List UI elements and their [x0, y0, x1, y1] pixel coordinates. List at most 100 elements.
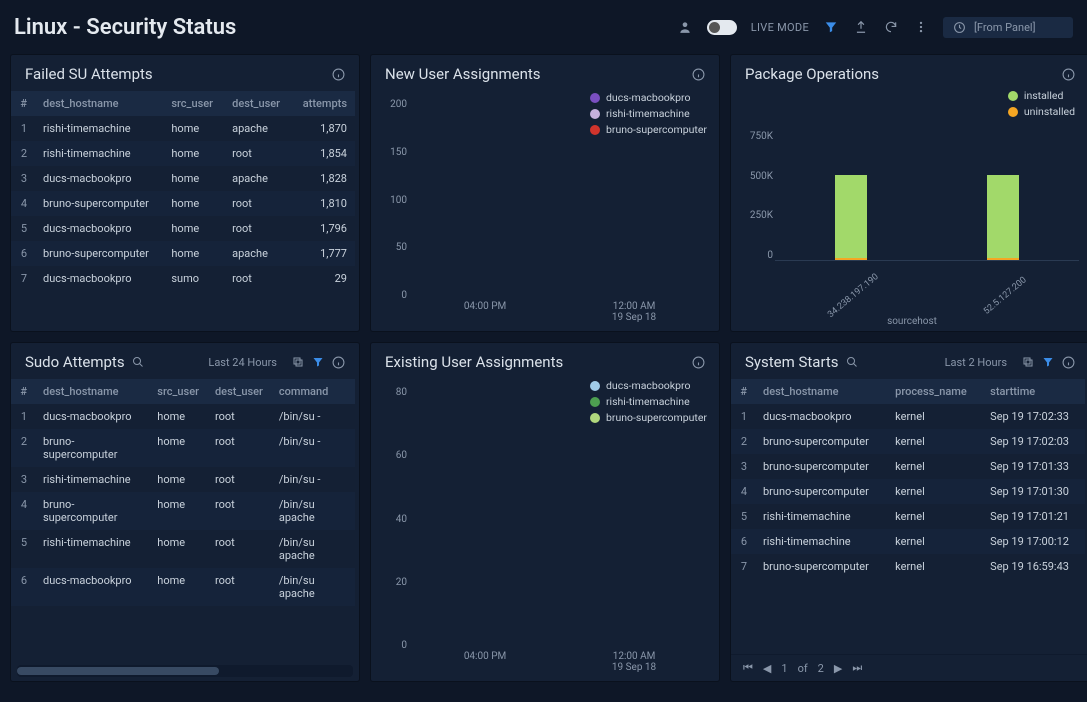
table-row[interactable]: 6rishi-timemachinekernelSep 19 17:00:12 — [731, 529, 1085, 554]
table-cell: root — [224, 216, 291, 241]
col-dest-user[interactable]: dest_user — [224, 91, 291, 116]
table-cell: rishi-timemachine — [755, 504, 887, 529]
failed-su-table[interactable]: # dest_hostname src_user dest_user attem… — [11, 91, 355, 291]
time-range-label: [From Panel] — [974, 21, 1036, 34]
table-row[interactable]: 5rishi-timemachinehomeroot/bin/su apache — [11, 530, 355, 568]
table-row[interactable]: 5rishi-timemachinekernelSep 19 17:01:21 — [731, 504, 1085, 529]
filter-icon[interactable] — [1041, 355, 1055, 369]
table-cell: 1 — [11, 404, 35, 429]
table-cell: 7 — [11, 266, 35, 291]
table-row[interactable]: 3rishi-timemachinehomeroot/bin/su - — [11, 467, 355, 492]
col-dest-hostname[interactable]: dest_hostname — [35, 91, 163, 116]
info-icon[interactable] — [331, 67, 345, 81]
table-cell: Sep 19 17:02:33 — [982, 404, 1085, 429]
refresh-icon[interactable] — [883, 19, 899, 35]
table-cell: 5 — [11, 530, 35, 568]
table-row[interactable]: 1ducs-macbookprokernelSep 19 17:02:33 — [731, 404, 1085, 429]
table-row[interactable]: 2bruno-supercomputerhomeroot/bin/su - — [11, 429, 355, 467]
table-row[interactable]: 2bruno-supercomputerkernelSep 19 17:02:0… — [731, 429, 1085, 454]
user-icon[interactable] — [677, 19, 693, 35]
sudo-table[interactable]: # dest_hostname src_user dest_user comma… — [11, 379, 355, 606]
legend-label: uninstalled — [1024, 105, 1075, 118]
chart-plot[interactable]: installed uninstalled 750K500K250K0 34.2… — [735, 91, 1087, 331]
table-cell: 3 — [731, 454, 755, 479]
table-cell: /bin/su apache — [271, 492, 355, 530]
table-cell: rishi-timemachine — [755, 529, 887, 554]
table-cell: ducs-macbookpro — [755, 404, 887, 429]
col-src-user[interactable]: src_user — [149, 379, 207, 404]
info-icon[interactable] — [1061, 355, 1075, 369]
table-cell: home — [149, 530, 207, 568]
col-src-user[interactable]: src_user — [163, 91, 224, 116]
table-row[interactable]: 1rishi-timemachinehomeapache1,870 — [11, 116, 355, 141]
table-cell: 1,870 — [291, 116, 355, 141]
table-cell: bruno-supercomputer — [755, 429, 887, 454]
panel-package-operations: Package Operations installed uninstalled… — [730, 54, 1087, 332]
table-row[interactable]: 6bruno-supercomputerhomeapache1,777 — [11, 241, 355, 266]
page-last-icon[interactable]: ⏭ — [852, 661, 862, 675]
table-cell: bruno-supercomputer — [35, 429, 149, 467]
table-row[interactable]: 4bruno-supercomputerhomeroot/bin/su apac… — [11, 492, 355, 530]
table-cell: home — [163, 191, 224, 216]
table-cell: 2 — [731, 429, 755, 454]
search-icon[interactable] — [131, 355, 145, 369]
info-icon[interactable] — [331, 355, 345, 369]
table-cell: sumo — [163, 266, 224, 291]
col-process-name[interactable]: process_name — [887, 379, 982, 404]
table-cell: home — [163, 116, 224, 141]
info-icon[interactable] — [691, 67, 705, 81]
table-row[interactable]: 4bruno-supercomputerhomeroot1,810 — [11, 191, 355, 216]
table-row[interactable]: 2rishi-timemachinehomeroot1,854 — [11, 141, 355, 166]
table-cell: root — [224, 191, 291, 216]
horizontal-scrollbar[interactable] — [17, 665, 353, 677]
copy-icon[interactable] — [1021, 355, 1035, 369]
panel-title: Package Operations — [745, 65, 879, 83]
table-cell: root — [224, 266, 291, 291]
table-row[interactable]: 1ducs-macbookprohomeroot/bin/su - — [11, 404, 355, 429]
table-row[interactable]: 4bruno-supercomputerkernelSep 19 17:01:3… — [731, 479, 1085, 504]
table-row[interactable]: 6ducs-macbookprohomeroot/bin/su apache — [11, 568, 355, 606]
info-icon[interactable] — [1061, 67, 1075, 81]
col-attempts[interactable]: attempts — [291, 91, 355, 116]
table-row[interactable]: 7ducs-macbookprosumoroot29 — [11, 266, 355, 291]
col-dest-hostname[interactable]: dest_hostname — [35, 379, 149, 404]
info-icon[interactable] — [691, 355, 705, 369]
table-cell: 4 — [11, 492, 35, 530]
table-cell: 2 — [11, 429, 35, 467]
table-cell: ducs-macbookpro — [35, 166, 163, 191]
chart-plot[interactable]: 04:00 PM 12:00 AM19 Sep 18 — [411, 383, 709, 673]
time-range-label: Last 24 Hours — [208, 356, 277, 369]
filter-icon[interactable] — [823, 19, 839, 35]
table-row[interactable]: 3ducs-macbookprohomeapache1,828 — [11, 166, 355, 191]
share-icon[interactable] — [853, 19, 869, 35]
table-row[interactable]: 7bruno-supercomputerkernelSep 19 16:59:4… — [731, 554, 1085, 579]
col-index[interactable]: # — [11, 91, 35, 116]
table-cell: /bin/su - — [271, 404, 355, 429]
col-dest-hostname[interactable]: dest_hostname — [755, 379, 887, 404]
system-starts-table[interactable]: # dest_hostname process_name starttime 1… — [731, 379, 1085, 579]
filter-icon[interactable] — [311, 355, 325, 369]
search-icon[interactable] — [845, 355, 859, 369]
table-row[interactable]: 5ducs-macbookprohomeroot1,796 — [11, 216, 355, 241]
copy-icon[interactable] — [291, 355, 305, 369]
table-cell: 2 — [11, 141, 35, 166]
time-range-picker[interactable]: [From Panel] — [943, 17, 1073, 38]
more-icon[interactable] — [913, 19, 929, 35]
table-cell: home — [149, 404, 207, 429]
col-index[interactable]: # — [731, 379, 755, 404]
table-cell: home — [163, 216, 224, 241]
page-prev-icon[interactable]: ◀ — [763, 662, 771, 675]
live-mode-toggle[interactable] — [707, 20, 737, 35]
table-cell: apache — [224, 166, 291, 191]
table-cell: kernel — [887, 404, 982, 429]
table-cell: 6 — [731, 529, 755, 554]
col-dest-user[interactable]: dest_user — [207, 379, 271, 404]
page-first-icon[interactable]: ⏮ — [743, 661, 753, 675]
table-cell: 6 — [11, 568, 35, 606]
col-command[interactable]: command — [271, 379, 355, 404]
table-row[interactable]: 3bruno-supercomputerkernelSep 19 17:01:3… — [731, 454, 1085, 479]
page-next-icon[interactable]: ▶ — [834, 662, 842, 675]
col-index[interactable]: # — [11, 379, 35, 404]
chart-plot[interactable]: 04:00 PM 12:00 AM19 Sep 18 — [411, 95, 709, 323]
col-starttime[interactable]: starttime — [982, 379, 1085, 404]
